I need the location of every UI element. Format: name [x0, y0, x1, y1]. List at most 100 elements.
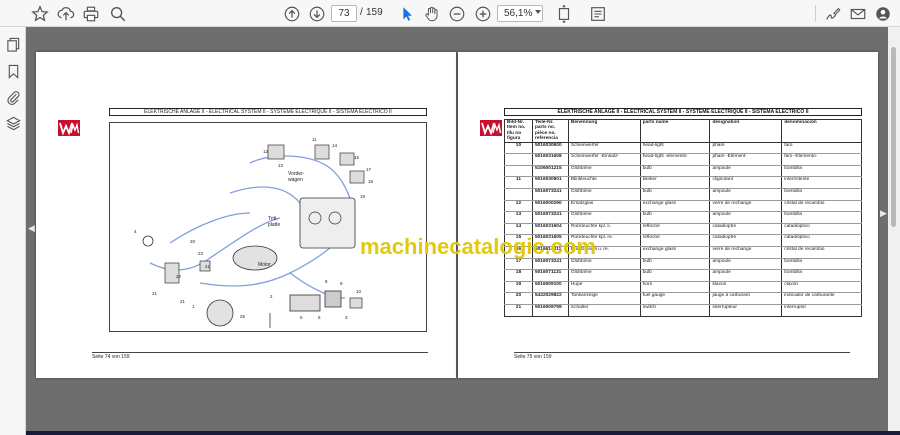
page-up-icon[interactable] [281, 3, 303, 25]
svg-text:21: 21 [180, 299, 186, 304]
page-75: ELEKTRISCHE ANLAGE II - ELECTRICAL SYSTE… [458, 52, 878, 378]
svg-text:1: 1 [192, 304, 195, 309]
table-cell: exchange glass [639, 246, 711, 259]
svg-text:23: 23 [198, 251, 204, 256]
account-icon[interactable] [872, 3, 894, 25]
star-icon[interactable] [29, 3, 51, 25]
table-cell: catadioptre [709, 234, 783, 247]
zoom-in-icon[interactable] [472, 3, 494, 25]
svg-text:21: 21 [205, 264, 211, 269]
left-footer-rule [92, 352, 428, 353]
svg-text:17: 17 [366, 167, 372, 172]
table-cell: Scheinwerfer [567, 142, 641, 155]
toolbar: / 159 56,1% [0, 0, 900, 27]
table-cell: bombilla [781, 211, 862, 224]
pdf-viewer-window: / 159 56,1% [0, 0, 900, 435]
document-area[interactable]: ◀ ▶ ELEKTRISCHE ANLAGE II - ELECTRICAL S… [26, 27, 888, 431]
page-74: ELEKTRISCHE ANLAGE II - ELECTRICAL SYSTE… [36, 52, 456, 378]
table-cell: ampoule [709, 258, 783, 271]
table-cell: 5016030600 [531, 142, 569, 155]
table-row: 11 5016030601 Blinkleuchte blinker clignotan… [504, 176, 862, 189]
table-cell: 5016030601 [531, 176, 569, 189]
table-cell: head-light -elements- [639, 153, 711, 166]
table-cell: head-light [639, 142, 711, 155]
table-row: 5016073241 Glühbirne bulb ampoule bombilla [504, 188, 862, 201]
table-row: 21 5016009799 Schalter switch interrupteur in… [504, 304, 862, 317]
table-cell: 5016031608 [531, 153, 569, 166]
svg-text:2: 2 [270, 294, 273, 299]
table-cell: verre de rechange [709, 246, 783, 259]
table-cell: bombilla [781, 165, 862, 178]
table-row: 19 5016009100 Hupe horn klaxon claxón [504, 281, 862, 294]
table-cell: catadióptico [781, 234, 862, 247]
column-header: Teile-Nr. parts no. pièce no. referencia [531, 119, 569, 143]
svg-text:21: 21 [152, 291, 158, 296]
wm-logo [58, 120, 80, 136]
read-mode-icon[interactable] [587, 3, 609, 25]
bookmark-icon[interactable] [4, 62, 22, 80]
wm-logo [480, 120, 502, 136]
page-number-input[interactable] [331, 5, 357, 22]
fit-page-icon[interactable] [553, 3, 575, 25]
print-icon[interactable] [80, 3, 102, 25]
table-cell: 5016009799 [531, 304, 569, 317]
toolbar-divider [815, 5, 816, 22]
table-cell: interrupteur [709, 304, 783, 317]
column-header: désignation [709, 119, 783, 143]
sidebar [0, 27, 26, 435]
table-cell: 13 [504, 211, 533, 224]
table-cell: 5106001215 [531, 165, 569, 178]
vertical-scrollbar[interactable] [888, 27, 900, 431]
svg-text:13: 13 [278, 163, 284, 168]
table-cell: clignotant [709, 176, 783, 189]
svg-text:8: 8 [325, 279, 328, 284]
table-cell: faro -Elemento- [781, 153, 862, 166]
table-cell: 19 [504, 281, 533, 294]
table-cell: bulb [639, 211, 711, 224]
svg-text:15: 15 [354, 155, 360, 160]
table-cell: bombilla [781, 269, 862, 282]
zoom-out-icon[interactable] [446, 3, 468, 25]
table-cell: bulb [639, 188, 711, 201]
layers-icon[interactable] [4, 114, 22, 132]
hand-icon[interactable] [421, 3, 443, 25]
table-cell: ampoule [709, 188, 783, 201]
page-down-icon[interactable] [306, 3, 328, 25]
table-row: 12 5016000290 Ersatzglas exchange glass verr… [504, 200, 862, 213]
table-cell [504, 165, 533, 178]
scroll-right-arrow-icon[interactable]: ▶ [880, 208, 887, 219]
scroll-left-arrow-icon[interactable]: ◀ [28, 223, 35, 234]
svg-text:9: 9 [340, 281, 343, 286]
chevron-down-icon[interactable] [535, 10, 541, 14]
table-cell: interruptor [781, 304, 862, 317]
svg-text:25: 25 [240, 314, 246, 319]
table-cell: 21 [504, 304, 533, 317]
wiring-drawing: Vorder-wagen Tritt-platte Motor 42320 21… [134, 137, 374, 328]
table-row: 18 5016071131 Glühbirne bulb ampoule bombilla [504, 269, 862, 282]
column-header: Benennung [567, 119, 641, 143]
left-page-footer: Seite 74 von 159 [92, 354, 130, 360]
table-cell: exchange glass [639, 200, 711, 213]
table-cell: Glühbirne [567, 269, 641, 282]
table-cell: cristal de recambio [781, 200, 862, 213]
zoom-search-icon[interactable] [107, 3, 129, 25]
select-cursor-icon[interactable] [396, 3, 418, 25]
table-cell: 12 [504, 200, 533, 213]
scrollbar-thumb[interactable] [891, 47, 896, 227]
upload-icon[interactable] [55, 3, 77, 25]
table-cell: Glühbirne [567, 211, 641, 224]
pages-icon[interactable] [4, 35, 22, 53]
table-cell: bulb [639, 258, 711, 271]
table-row: 20 5432029822 Tankanzeige fuel gauge jauge à… [504, 292, 862, 305]
email-icon[interactable] [847, 3, 869, 25]
table-cell: claxón [781, 281, 862, 294]
attachment-icon[interactable] [4, 88, 22, 106]
table-cell: 18 [504, 269, 533, 282]
svg-text:12: 12 [263, 149, 269, 154]
sign-icon[interactable] [822, 3, 844, 25]
table-cell: Tankanzeige [567, 292, 641, 305]
table-cell: ampoule [709, 165, 783, 178]
window-bottom-edge [26, 431, 900, 435]
svg-text:5: 5 [300, 315, 303, 320]
table-cell: Ersatzglas [567, 200, 641, 213]
